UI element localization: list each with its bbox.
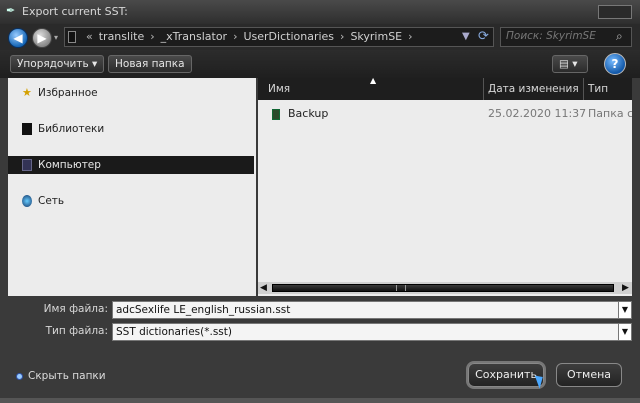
star-icon: ★ [22,86,32,99]
folder-icon [272,109,280,120]
column-header-date[interactable]: Дата изменения [484,78,584,100]
history-dropdown-icon[interactable]: ▾ [54,33,64,43]
save-button[interactable]: Сохранить [468,363,544,387]
new-folder-button[interactable]: Новая папка [108,55,192,73]
breadcrumb-item[interactable]: translite [95,30,148,44]
refresh-icon[interactable]: ⟳ [478,29,489,44]
column-header-type[interactable]: Тип [584,78,632,100]
window-title: Export current SST: [22,5,128,18]
file-name-dropdown-icon[interactable]: ▼ [618,301,632,319]
nav-item-network[interactable]: Сеть [8,192,254,210]
network-globe-icon [22,195,32,207]
scroll-right-icon[interactable]: ▶ [622,283,629,293]
nav-item-label: Сеть [38,195,65,207]
nav-item-label: Компьютер [38,159,101,171]
nav-item-label: Библиотеки [38,123,105,135]
search-icon[interactable]: ⌕ [616,29,623,44]
file-type: Папка с файл [588,107,632,120]
arrow-right-icon: ▶ [37,31,47,45]
nav-item-computer[interactable]: Компьютер [8,156,254,174]
scroll-left-icon[interactable]: ◀ [260,283,267,293]
nav-item-favorites[interactable]: ★ Избранное [8,84,254,102]
app-feather-icon: ✒ [6,4,16,17]
breadcrumb-item[interactable]: UserDictionaries [239,30,338,44]
window-control-button[interactable] [598,5,632,19]
back-button[interactable]: ◀ [8,28,28,48]
breadcrumb-chevron-icon[interactable]: › [231,30,239,44]
file-type-dropdown-icon[interactable]: ▼ [618,323,632,341]
scrollbar-grip [396,285,406,291]
organize-button[interactable]: Упорядочить ▾ [10,55,104,73]
file-type-label: Тип файла: [45,325,108,337]
nav-item-label: Избранное [38,87,98,99]
breadcrumb-chevron-icon[interactable]: › [338,30,346,44]
sort-ascending-icon: ▲ [370,76,377,85]
computer-icon [22,159,32,171]
library-icon [22,123,32,135]
file-type-select[interactable]: SST dictionaries(*.sst) [112,323,620,341]
views-button[interactable]: ▤ ▾ [552,55,588,73]
search-placeholder: Поиск: SkyrimSE [506,30,596,42]
help-button[interactable]: ? [604,53,626,75]
forward-button[interactable]: ▶ [32,28,52,48]
file-date: 25.02.2020 11:37 [488,107,587,120]
window-bottom-edge [0,398,640,403]
file-name-input[interactable]: adcSexlife LE_english_russian.sst [112,301,620,319]
hide-folders-toggle[interactable]: Скрыть папки [28,370,106,382]
scrollbar-thumb[interactable] [272,284,614,292]
address-dropdown-icon[interactable]: ▼ [462,31,470,42]
breadcrumb-chevron-icon[interactable]: › [148,30,156,44]
breadcrumb-overflow[interactable]: « [84,30,95,44]
collapse-arrow-icon[interactable] [16,373,23,380]
file-name: Backup [288,107,329,120]
breadcrumb-item[interactable]: SkyrimSE [346,30,406,44]
breadcrumb: « translite › _xTranslator › UserDiction… [84,30,415,44]
file-name-label: Имя файла: [43,303,108,315]
folder-icon [68,31,76,43]
cancel-button[interactable]: Отмена [556,363,622,387]
navigation-pane [8,78,256,296]
arrow-left-icon: ◀ [13,31,23,45]
breadcrumb-item[interactable]: _xTranslator [157,30,231,44]
breadcrumb-chevron-icon[interactable]: › [406,30,414,44]
nav-item-libraries[interactable]: Библиотеки [8,120,254,138]
